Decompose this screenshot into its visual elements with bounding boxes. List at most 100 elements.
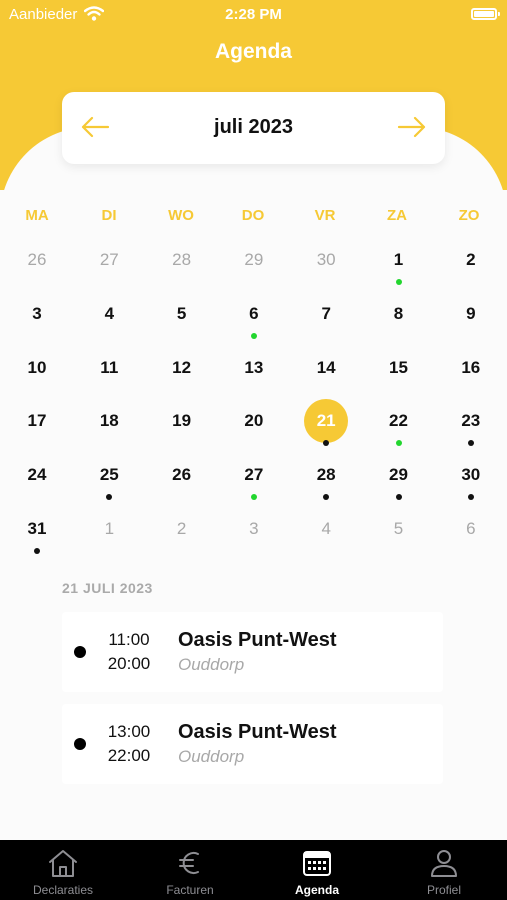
tab-label: Profiel: [426, 883, 461, 897]
day-number: 21: [316, 411, 336, 431]
event-indicator-dot: [106, 494, 113, 501]
calendar-day[interactable]: 5: [377, 507, 421, 551]
calendar-day[interactable]: 25: [87, 453, 131, 501]
day-number: 30: [316, 250, 336, 269]
calendar-day[interactable]: 30: [449, 453, 493, 501]
calendar-day[interactable]: 7: [304, 292, 348, 336]
page-title: Agenda: [214, 40, 292, 63]
tab-facturen[interactable]: Facturen: [127, 840, 253, 900]
day-number: 4: [321, 519, 331, 538]
calendar-day[interactable]: 24: [15, 453, 59, 497]
day-number: 6: [466, 519, 476, 538]
weekday-label: ZA: [387, 207, 407, 224]
event-location: Ouddorp: [178, 747, 245, 766]
calendar-day[interactable]: 22: [377, 399, 421, 447]
status-bar: Aanbieder 2:28 PM: [0, 0, 507, 28]
calendar-day[interactable]: 29: [377, 453, 421, 501]
day-number: 20: [244, 411, 264, 431]
calendar-day[interactable]: 26: [15, 238, 59, 282]
calendar-day[interactable]: 26: [160, 453, 204, 497]
weekday-header: MA DI WO DO VR ZA ZO: [0, 207, 507, 227]
weekday-label: DO: [241, 207, 265, 224]
day-number: 6: [249, 303, 259, 323]
euro-icon: [179, 852, 199, 874]
tab-profiel[interactable]: Profiel: [381, 840, 507, 900]
calendar-day[interactable]: 8: [377, 292, 421, 336]
day-number: 28: [316, 465, 336, 485]
day-number: 19: [172, 411, 192, 431]
calendar-day[interactable]: 6: [232, 292, 276, 339]
calendar-day[interactable]: 17: [15, 399, 59, 443]
day-number: 7: [321, 303, 331, 323]
day-number: 3: [249, 519, 259, 538]
day-number: 28: [172, 250, 192, 269]
calendar-day[interactable]: 23: [449, 399, 493, 447]
person-icon: [431, 850, 457, 877]
calendar-day[interactable]: 14: [304, 346, 348, 390]
calendar-icon: [303, 851, 331, 876]
day-number: 10: [27, 357, 47, 377]
house-icon: [49, 850, 77, 877]
day-number: 27: [244, 465, 264, 485]
calendar-day[interactable]: 4: [304, 507, 348, 551]
calendar-day[interactable]: 10: [15, 346, 59, 390]
calendar-day[interactable]: 12: [160, 346, 204, 390]
day-number: 30: [461, 465, 481, 485]
event-indicator-dot: [467, 440, 474, 447]
tab-agenda[interactable]: Agenda: [254, 840, 380, 900]
calendar-day[interactable]: 3: [232, 507, 276, 551]
calendar-day[interactable]: 16: [449, 346, 493, 390]
calendar-day[interactable]: 11: [87, 346, 131, 390]
calendar-day[interactable]: 1: [377, 238, 421, 285]
calendar-day[interactable]: 13: [232, 346, 276, 390]
event-dot: [74, 738, 86, 750]
event-indicator-dot: [323, 494, 330, 501]
next-month-arrow-icon[interactable]: [395, 110, 429, 144]
tab-declaraties[interactable]: Declaraties: [0, 840, 126, 900]
month-selector: juli 2023: [62, 92, 445, 164]
calendar-day[interactable]: 28: [160, 238, 204, 282]
day-number: 2: [176, 519, 187, 538]
battery-icon: [471, 8, 500, 20]
calendar-day[interactable]: 30: [304, 238, 348, 282]
calendar-day[interactable]: 1: [87, 507, 131, 551]
calendar-day[interactable]: 27: [232, 453, 276, 501]
calendar-day[interactable]: 2: [449, 238, 493, 282]
day-number: 5: [393, 519, 404, 538]
calendar-day[interactable]: 6: [449, 507, 493, 551]
day-number: 16: [461, 357, 481, 377]
day-number: 23: [461, 411, 481, 431]
calendar-day[interactable]: 19: [160, 399, 204, 443]
calendar-day[interactable]: 3: [15, 292, 59, 336]
weekday-label: WO: [168, 207, 194, 224]
day-number: 22: [389, 411, 408, 431]
calendar-day[interactable]: 4: [87, 292, 131, 336]
calendar-day-selected[interactable]: 21: [304, 399, 349, 447]
calendar-day[interactable]: 31: [15, 507, 59, 554]
calendar-day[interactable]: 2: [160, 507, 204, 551]
agenda-event[interactable]: 13:00 22:00 Oasis Punt-West Ouddorp: [62, 704, 443, 784]
agenda-event[interactable]: 11:00 20:00 Oasis Punt-West Ouddorp: [62, 612, 443, 692]
calendar-day[interactable]: 5: [160, 292, 204, 336]
day-number: 25: [99, 465, 119, 485]
calendar-day[interactable]: 27: [87, 238, 131, 282]
day-number: 17: [27, 411, 47, 431]
day-number: 11: [100, 357, 119, 377]
calendar-day[interactable]: 29: [232, 238, 276, 282]
calendar-day[interactable]: 15: [377, 346, 421, 390]
tab-bar: Declaraties Facturen Agenda Profiel: [0, 840, 507, 900]
calendar-day[interactable]: 28: [304, 453, 348, 501]
day-number: 26: [27, 250, 47, 269]
calendar-day[interactable]: 18: [87, 399, 131, 443]
event-dot: [74, 646, 86, 658]
day-number: 31: [27, 519, 47, 538]
day-number: 1: [393, 250, 404, 269]
calendar-day[interactable]: 20: [232, 399, 276, 443]
agenda-date-heading: 21 JULI 2023: [62, 580, 153, 596]
event-start-time: 13:00: [107, 722, 151, 741]
event-start-time: 11:00: [108, 630, 150, 649]
month-label: juli 2023: [214, 116, 293, 138]
calendar-day[interactable]: 9: [449, 292, 493, 336]
tab-label: Declaraties: [32, 883, 94, 897]
event-title: Oasis Punt-West: [178, 721, 337, 743]
